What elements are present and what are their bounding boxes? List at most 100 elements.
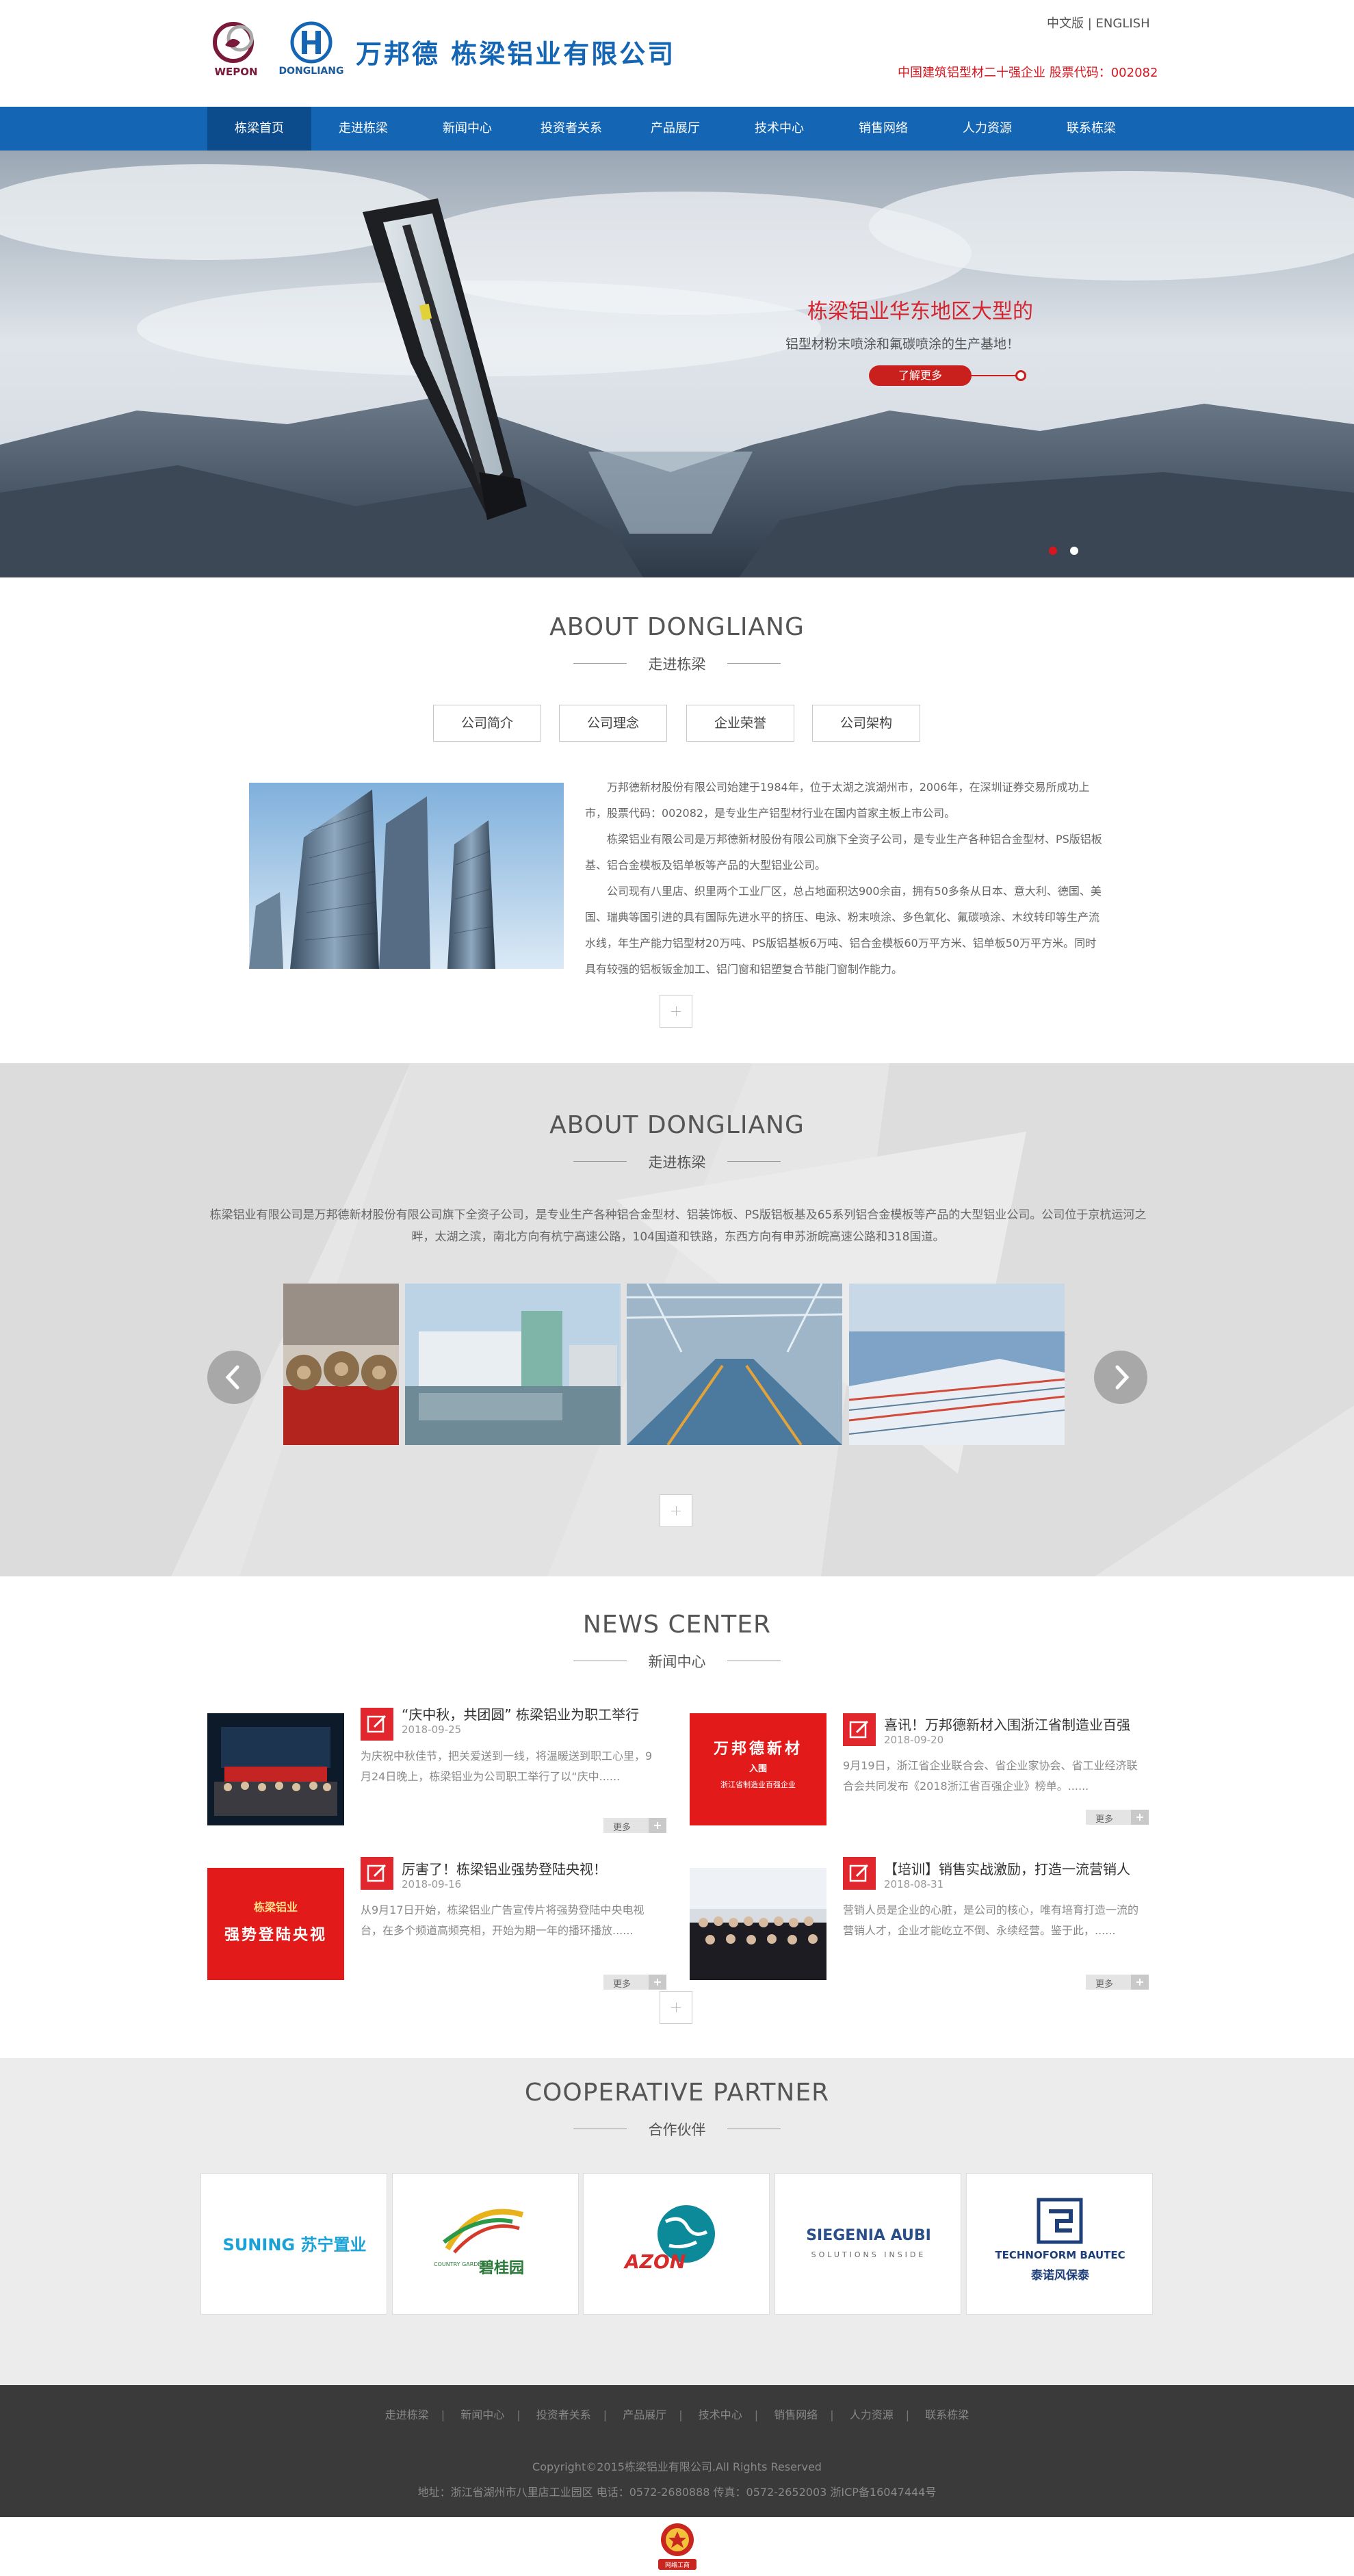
lang-chinese-link[interactable]: 中文版: [1047, 16, 1084, 31]
nav-item-technology[interactable]: 技术中心: [727, 107, 831, 151]
news-thumb-2[interactable]: 万邦德新材 入围 浙江省制造业百强企业: [690, 1713, 826, 1825]
about-tab-structure[interactable]: 公司架构: [812, 705, 920, 742]
about-paragraph-1: 万邦德新材股份有限公司始建于1984年，位于太湖之滨湖州市，2006年，在深圳证…: [585, 781, 1090, 820]
footer-link-contact[interactable]: 联系栋梁: [922, 2408, 972, 2421]
gallery-image-factory[interactable]: [405, 1284, 621, 1445]
about2-title-cn: 走进栋梁: [648, 1154, 706, 1171]
about-tab-honors[interactable]: 企业荣誉: [686, 705, 794, 742]
partner-suning-latin: SUNING: [222, 2235, 296, 2254]
partner-siegenia-tagline: SOLUTIONS INSIDE: [811, 2250, 926, 2259]
gallery-prev-button[interactable]: [207, 1351, 261, 1404]
nav-item-about[interactable]: 走进栋梁: [311, 107, 415, 151]
lang-english-link[interactable]: ENGLISH: [1096, 16, 1150, 31]
azon-globe-icon: [658, 2205, 715, 2263]
nav-item-news[interactable]: 新闻中心: [415, 107, 519, 151]
gallery-image-production-line[interactable]: [627, 1284, 842, 1445]
about-tab-philosophy[interactable]: 公司理念: [559, 705, 667, 742]
footer-link-technology[interactable]: 技术中心: [696, 2408, 745, 2421]
footer-link-about[interactable]: 走进栋梁: [382, 2408, 432, 2421]
about-paragraph-3: 公司现有八里店、织里两个工业厂区，总占地面积达900余亩，拥有50多条从日本、意…: [585, 885, 1102, 976]
news-more-plus-icon[interactable]: [660, 1991, 692, 2024]
dongliang-logo-icon: [290, 21, 333, 64]
edit-icon: [361, 1708, 393, 1741]
wepon-logo[interactable]: WEPON: [209, 21, 263, 82]
news-title-4[interactable]: 【培训】销售实战激励，打造一流营销人: [884, 1858, 1130, 1878]
news-desc-2: 9月19日，浙江省企业联合会、省企业家协会、省工业经济联合会共同发布《2018浙…: [843, 1759, 1138, 1793]
banner-subtitle: 铝型材粉末喷涂和氟碳喷涂的生产基地！: [785, 337, 1020, 352]
nav-item-products[interactable]: 产品展厅: [623, 107, 727, 151]
news-date-3: 2018-09-16: [402, 1878, 462, 1890]
partner-suning[interactable]: SUNING 苏宁置业: [200, 2173, 387, 2315]
gallery-next-button[interactable]: [1094, 1351, 1147, 1404]
about-paragraph-2: 栋梁铝业有限公司是万邦德新材股份有限公司旗下全资子公司，是专业生产各种铝合金型材…: [585, 833, 1102, 872]
about2-more-plus-icon[interactable]: [660, 1494, 692, 1527]
news-more-button-3[interactable]: 更多 +: [603, 1975, 666, 1990]
business-license-badge[interactable]: 网络工商: [655, 2521, 699, 2573]
about-building-image: [249, 783, 564, 969]
gallery-image-workshop[interactable]: [849, 1284, 1065, 1445]
news-title-en: NEWS CENTER: [582, 1611, 772, 1639]
plus-icon: +: [1131, 1810, 1149, 1825]
partner-siegenia[interactable]: SIEGENIA AUBI SOLUTIONS INSIDE: [774, 2173, 961, 2315]
partners-title-en: COOPERATIVE PARTNER: [524, 2079, 830, 2107]
about-title-line-right: [727, 663, 781, 664]
footer-link-news[interactable]: 新闻中心: [458, 2408, 507, 2421]
nav-item-sales[interactable]: 销售网络: [831, 107, 935, 151]
news-thumb-1[interactable]: [207, 1713, 344, 1825]
nav-item-home[interactable]: 栋梁首页: [207, 107, 311, 151]
gallery-image-warehouse[interactable]: [283, 1284, 399, 1445]
news-desc-3: 从9月17日开始，栋梁铝业广告宣传片将强势登陆中央电视台，在多个频道高频亮相，开…: [361, 1903, 645, 1937]
edit-icon: [843, 1713, 876, 1746]
banner-dot-1[interactable]: [1049, 547, 1057, 555]
news-title-2[interactable]: 喜讯！万邦德新材入围浙江省制造业百强: [884, 1714, 1130, 1734]
chevron-right-icon: [1115, 1365, 1130, 1390]
news-thumb-3-line1: 栋梁铝业: [253, 1901, 298, 1914]
badge-label: 网络工商: [664, 2562, 690, 2569]
footer-link-hr[interactable]: 人力资源: [847, 2408, 896, 2421]
news-more-button-4[interactable]: 更多 +: [1086, 1975, 1149, 1990]
news-thumb-3-line2: 强势登陆央视: [224, 1927, 327, 1944]
site-footer: 走进栋梁 | 新闻中心 | 投资者关系 | 产品展厅 | 技术中心 | 销售网络 | 人力资…: [0, 2385, 1354, 2517]
news-date-1: 2018-09-25: [402, 1723, 462, 1736]
news-thumb-3[interactable]: 栋梁铝业 强势登陆央视: [207, 1868, 344, 1980]
plus-icon: +: [649, 1818, 666, 1833]
nav-item-hr[interactable]: 人力资源: [935, 107, 1039, 151]
country-garden-logo-icon: [443, 2209, 524, 2254]
partners-section: COOPERATIVE PARTNER 合作伙伴 SUNING 苏宁置业 COU…: [0, 2058, 1354, 2385]
banner-learn-more-button[interactable]: 了解更多: [869, 365, 972, 386]
footer-link-separator: |: [754, 2408, 759, 2421]
partner-azon[interactable]: AZON: [583, 2173, 770, 2315]
news-title-1[interactable]: “庆中秋，共团圆” 栋梁铝业为职工举行: [402, 1704, 639, 1723]
banner-button-line: [972, 375, 1018, 376]
news-title-3[interactable]: 厉害了！栋梁铝业强势登陆央视！: [402, 1858, 607, 1878]
partner-technoform[interactable]: TECHNOFORM BAUTEC 泰诺风保泰: [966, 2173, 1153, 2315]
chevron-left-icon: [225, 1365, 239, 1390]
about-tab-profile[interactable]: 公司简介: [433, 705, 541, 742]
news-more-button-1[interactable]: 更多 +: [603, 1818, 666, 1833]
footer-link-products[interactable]: 产品展厅: [620, 2408, 669, 2421]
stock-code-text: 中国建筑铝型材二十强企业 股票代码：002082: [898, 66, 1158, 80]
news-desc-1: 为庆祝中秋佳节，把关爱送到一线，将温暖送到职工心里，9月24日晚上，栋梁铝业为公…: [361, 1749, 653, 1783]
dongliang-logo[interactable]: DONGLIANG: [277, 21, 346, 82]
news-more-label-2: 更多: [1095, 1814, 1114, 1825]
news-thumb-2-line2: 入围: [748, 1764, 767, 1774]
partner-country-garden[interactable]: COUNTRY GARDEN 碧桂园: [392, 2173, 579, 2315]
news-thumb-4[interactable]: [690, 1868, 826, 1980]
footer-link-sales[interactable]: 销售网络: [771, 2408, 820, 2421]
news-more-button-2[interactable]: 更多 +: [1086, 1810, 1149, 1825]
dongliang-logo-text: DONGLIANG: [278, 66, 344, 77]
footer-copyright: Copyright©2015栋梁铝业有限公司.All Rights Reserv…: [532, 2460, 822, 2473]
nav-item-investor[interactable]: 投资者关系: [519, 107, 623, 151]
banner-dot-2[interactable]: [1070, 547, 1078, 555]
wepon-logo-icon: [213, 22, 254, 63]
about-more-plus-icon[interactable]: [660, 995, 692, 1028]
nav-item-contact[interactable]: 联系栋梁: [1039, 107, 1143, 151]
plus-icon: +: [1131, 1975, 1149, 1990]
partners-title-cn: 合作伙伴: [648, 2122, 706, 2138]
news-date-4: 2018-08-31: [884, 1878, 944, 1890]
footer-link-investor[interactable]: 投资者关系: [534, 2408, 594, 2421]
footer-link-separator: |: [603, 2408, 608, 2421]
language-switch: 中文版 | ENGLISH: [1047, 14, 1150, 31]
plus-icon: +: [649, 1975, 666, 1990]
news-more-label-1: 更多: [613, 1823, 632, 1833]
